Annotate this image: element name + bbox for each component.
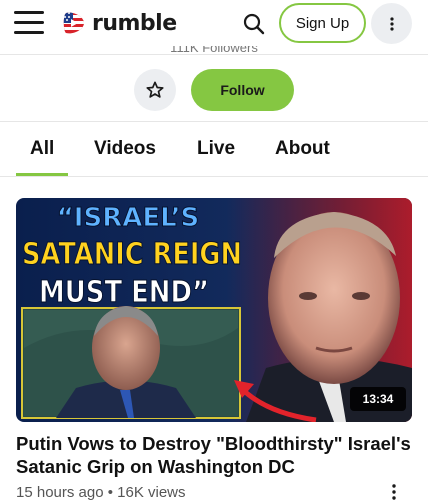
header-divider	[0, 54, 428, 55]
logo-text: rumble	[92, 10, 177, 36]
tab-all[interactable]: All	[30, 138, 54, 160]
thumbnail-headline-line3: MUST END”	[39, 275, 209, 310]
signup-button[interactable]: Sign Up	[279, 3, 366, 43]
video-options-button[interactable]	[386, 482, 402, 500]
tab-about[interactable]: About	[275, 138, 330, 160]
rumble-logo[interactable]: rumble	[60, 6, 177, 40]
tab-videos[interactable]: Videos	[94, 138, 156, 160]
channel-tabs: All Videos Live About	[0, 122, 428, 176]
tabs-divider	[0, 176, 428, 177]
more-vertical-icon	[389, 16, 394, 31]
follow-button[interactable]: Follow	[191, 69, 294, 111]
video-title[interactable]: Putin Vows to Destroy "Bloodthirsty" Isr…	[16, 432, 412, 478]
search-button[interactable]	[240, 10, 268, 38]
video-duration-badge: 13:34	[350, 387, 406, 411]
favorite-button[interactable]	[134, 69, 176, 111]
thumbnail-headline-line1: “ISRAEL’S	[57, 203, 200, 233]
rumble-logo-icon	[63, 12, 84, 34]
tab-live[interactable]: Live	[197, 138, 235, 160]
top-bar: rumble Sign Up	[0, 0, 428, 48]
kebab-icon	[392, 484, 396, 500]
more-options-button[interactable]	[371, 3, 412, 44]
search-icon	[243, 13, 265, 35]
thumbnail-headline-line2: SATANIC REIGN	[22, 237, 242, 272]
follower-count: 111K Followers	[170, 46, 258, 55]
star-icon	[146, 81, 164, 98]
menu-icon[interactable]	[14, 11, 44, 35]
video-meta: 15 hours ago • 16K views	[16, 484, 186, 500]
